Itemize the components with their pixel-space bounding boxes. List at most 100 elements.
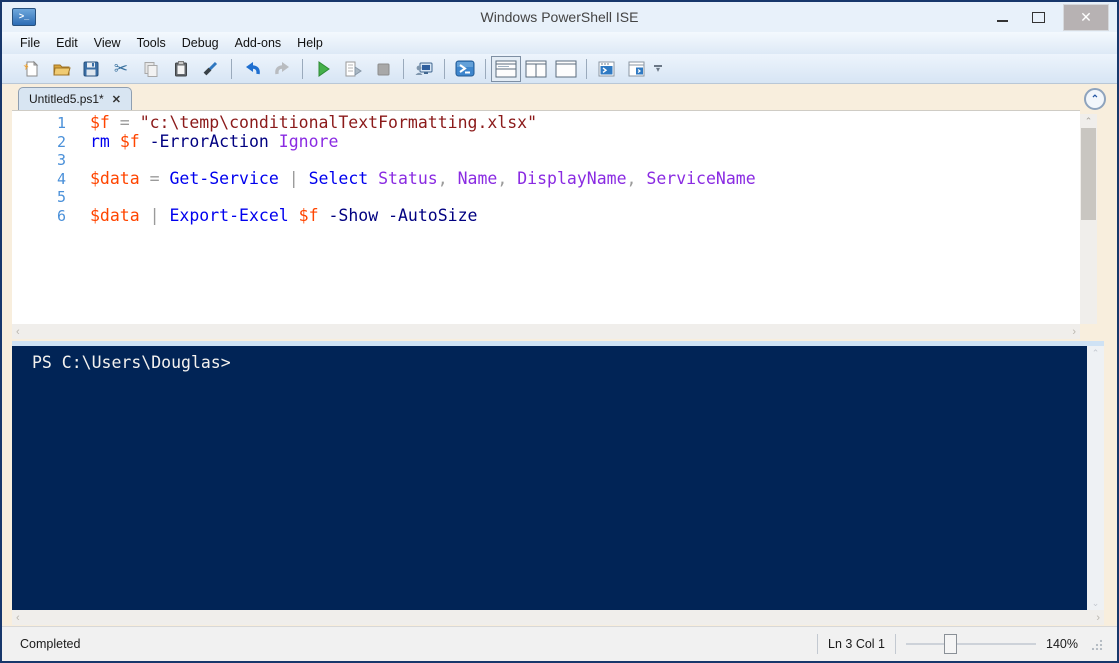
zoom-slider-track[interactable] — [906, 643, 1037, 645]
code-area: 1 $f = "c:\temp\conditionalTextFormatting… — [12, 111, 1080, 226]
code-text: $data | Export-Excel $f -Show -AutoSize — [90, 205, 478, 225]
save-floppy-icon — [83, 61, 99, 76]
new-script-icon — [23, 60, 39, 76]
tab-close-icon[interactable]: ✕ — [112, 93, 121, 106]
zoom-percentage: 140% — [1046, 637, 1078, 651]
new-script-button[interactable] — [16, 56, 46, 82]
menu-addons[interactable]: Add-ons — [227, 34, 290, 52]
run-selection-icon — [345, 61, 362, 76]
show-console-pane-icon — [628, 61, 645, 76]
clear-console-squeegee-icon — [203, 61, 218, 75]
collapse-script-pane-button[interactable]: ⌃ — [1084, 88, 1106, 110]
code-line[interactable]: 5 — [12, 188, 1080, 207]
code-line[interactable]: 1 $f = "c:\temp\conditionalTextFormatting… — [12, 113, 1080, 133]
minimize-button[interactable] — [991, 6, 1013, 28]
console-horizontal-scrollbar[interactable]: ‹ › — [12, 610, 1104, 625]
undo-button[interactable] — [237, 56, 267, 82]
window-title: Windows PowerShell ISE — [480, 9, 639, 25]
console-vertical-scrollbar[interactable]: ⌃ ⌄ — [1087, 346, 1104, 610]
show-script-pane-right-button[interactable] — [521, 56, 551, 82]
menu-edit[interactable]: Edit — [48, 34, 86, 52]
console-pane[interactable]: PS C:\Users\Douglas> — [12, 346, 1087, 610]
menu-bar: File Edit View Tools Debug Add-ons Help — [2, 32, 1117, 54]
menu-debug[interactable]: Debug — [174, 34, 227, 52]
powershell-ise-window: >_ Windows PowerShell ISE ✕ File Edit Vi… — [0, 0, 1119, 663]
editor-vertical-scrollbar[interactable]: ⌃ — [1080, 114, 1097, 324]
zoom-slider[interactable] — [906, 633, 1037, 655]
scroll-down-icon[interactable]: ⌄ — [1087, 596, 1104, 610]
code-text: rm $f -ErrorAction Ignore — [90, 131, 339, 151]
menu-tools[interactable]: Tools — [129, 34, 174, 52]
line-number: 3 — [56, 151, 66, 170]
new-remote-powershell-tab-button[interactable] — [409, 56, 439, 82]
copy-icon — [144, 61, 158, 77]
scroll-right-icon[interactable]: › — [1096, 612, 1100, 624]
scroll-left-icon[interactable]: ‹ — [16, 326, 20, 338]
open-script-button[interactable] — [46, 56, 76, 82]
maximize-button[interactable] — [1027, 6, 1049, 28]
code-text: $f = "c:\temp\conditionalTextFormatting.… — [90, 113, 538, 132]
new-powershell-tab-icon — [598, 61, 615, 76]
cut-scissors-icon: ✂ — [113, 58, 129, 78]
console-prompt: PS C:\Users\Douglas> — [32, 353, 231, 372]
line-number: 4 — [56, 169, 66, 188]
zoom-slider-thumb[interactable] — [944, 634, 958, 654]
paste-clipboard-icon — [175, 60, 187, 76]
paste-button[interactable] — [166, 56, 196, 82]
save-button[interactable] — [76, 56, 106, 82]
tab-strip: Untitled5.ps1* ✕ — [18, 87, 132, 110]
redo-button[interactable] — [267, 56, 297, 82]
remote-computer-user-icon — [415, 62, 433, 75]
show-script-pane-top-button[interactable] — [491, 55, 521, 82]
resize-grip[interactable] — [1092, 639, 1103, 650]
run-script-icon — [318, 60, 330, 77]
toolbar-overflow-button[interactable]: ▾ — [654, 64, 662, 73]
menu-help[interactable]: Help — [289, 34, 331, 52]
scroll-up-icon[interactable]: ⌃ — [1080, 114, 1097, 128]
run-script-button[interactable] — [308, 56, 338, 82]
copy-button[interactable] — [136, 56, 166, 82]
title-bar[interactable]: >_ Windows PowerShell ISE ✕ — [2, 2, 1117, 32]
scroll-up-icon[interactable]: ⌃ — [1087, 346, 1104, 360]
show-script-pane-maximized-button[interactable] — [551, 56, 581, 82]
stop-operation-button[interactable] — [368, 56, 398, 82]
toolbar: ✂ ▾ — [2, 54, 1117, 84]
show-console-pane-button[interactable] — [622, 56, 652, 82]
status-text: Completed — [20, 637, 81, 651]
script-editor-pane[interactable]: 1 $f = "c:\temp\conditionalTextFormatting… — [12, 110, 1080, 325]
line-number: 6 — [56, 206, 66, 225]
menu-view[interactable]: View — [86, 34, 129, 52]
redo-icon — [274, 61, 289, 74]
script-pane-maximized-icon — [555, 60, 577, 77]
line-number: 5 — [56, 188, 66, 207]
scroll-left-icon[interactable]: ‹ — [16, 612, 20, 624]
script-pane-right-icon — [525, 60, 547, 77]
undo-icon — [245, 61, 260, 74]
tab-untitled5[interactable]: Untitled5.ps1* ✕ — [18, 87, 132, 110]
line-col-indicator: Ln 3 Col 1 — [828, 637, 886, 651]
tab-label: Untitled5.ps1* — [29, 92, 104, 106]
status-bar: Completed Ln 3 Col 1 140% — [2, 626, 1117, 661]
code-text: $data = Get-Service | Select Status, Nam… — [90, 168, 756, 188]
line-number: 2 — [56, 132, 66, 151]
editor-horizontal-scrollbar[interactable]: ‹ › — [12, 324, 1080, 339]
code-line[interactable]: 6 $data | Export-Excel $f -Show -AutoSize — [12, 205, 1080, 226]
script-pane-top-icon — [495, 60, 517, 77]
close-button[interactable]: ✕ — [1063, 3, 1109, 31]
code-line[interactable]: 4 $data = Get-Service | Select Status, Na… — [12, 168, 1080, 189]
line-number: 1 — [56, 114, 66, 132]
open-folder-icon — [52, 64, 71, 75]
code-line[interactable]: 2 rm $f -ErrorAction Ignore — [12, 131, 1080, 152]
code-line[interactable]: 3 — [12, 151, 1080, 170]
scroll-right-icon[interactable]: › — [1072, 326, 1076, 338]
clear-console-pane-button[interactable] — [196, 56, 226, 82]
cut-button[interactable]: ✂ — [106, 56, 136, 82]
start-powershell-button[interactable] — [450, 56, 480, 82]
powershell-icon — [455, 60, 475, 77]
menu-file[interactable]: File — [12, 34, 48, 52]
new-powershell-tab-button[interactable] — [592, 56, 622, 82]
run-selection-button[interactable] — [338, 56, 368, 82]
editor-scroll-thumb[interactable] — [1081, 128, 1096, 220]
